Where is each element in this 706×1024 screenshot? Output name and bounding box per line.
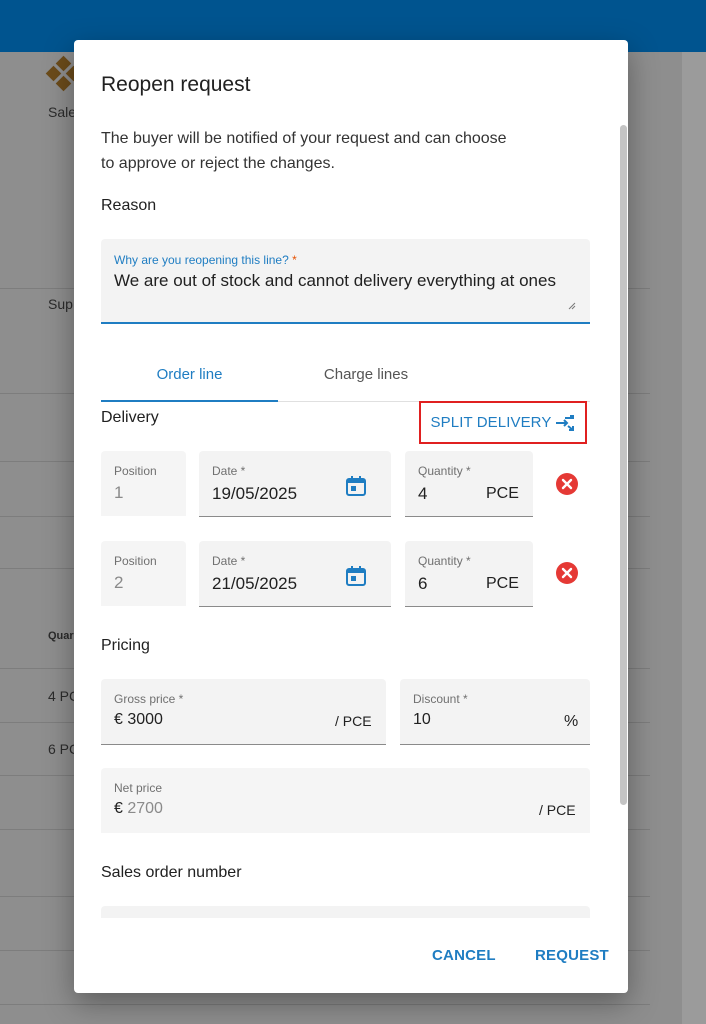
dialog-scrollbar[interactable] bbox=[620, 125, 627, 805]
quantity-value[interactable]: 6 bbox=[418, 574, 427, 594]
bg-quantity-header: Quar bbox=[48, 630, 74, 642]
date-value[interactable]: 21/05/2025 bbox=[212, 574, 297, 594]
net-price-unit: / PCE bbox=[539, 802, 576, 818]
reopen-request-dialog: Reopen request The buyer will be notifie… bbox=[74, 40, 628, 993]
dialog-title: Reopen request bbox=[101, 73, 251, 96]
split-icon bbox=[556, 414, 575, 431]
request-button[interactable]: REQUEST bbox=[535, 947, 609, 964]
resize-handle-icon[interactable] bbox=[568, 302, 576, 310]
delivery-2-date-field[interactable]: Date * 21/05/2025 bbox=[199, 541, 391, 607]
date-label: Date * bbox=[212, 464, 246, 478]
reason-field-value[interactable]: We are out of stock and cannot delivery … bbox=[114, 271, 556, 291]
gross-price-label: Gross price * bbox=[114, 692, 184, 706]
date-label: Date * bbox=[212, 554, 246, 568]
delivery-1-quantity-field[interactable]: Quantity * 4 PCE bbox=[405, 451, 533, 517]
dialog-actions: CANCEL REQUEST bbox=[74, 930, 628, 980]
quantity-label: Quantity * bbox=[418, 554, 471, 568]
pricing-label: Pricing bbox=[101, 637, 150, 654]
reason-field-label: Why are you reopening this line? * bbox=[114, 253, 297, 267]
date-value[interactable]: 19/05/2025 bbox=[212, 484, 297, 504]
gross-price-unit: / PCE bbox=[335, 713, 372, 729]
sales-order-number-label: Sales order number bbox=[101, 864, 242, 881]
net-price-value: € 2700 bbox=[114, 800, 163, 817]
split-delivery-label: SPLIT DELIVERY bbox=[430, 414, 552, 431]
background-right-panel bbox=[682, 52, 706, 1024]
net-price-field: Net price € 2700 / PCE bbox=[101, 768, 590, 833]
tab-order-line[interactable]: Order line bbox=[101, 360, 278, 402]
quantity-value[interactable]: 4 bbox=[418, 484, 427, 504]
discount-field[interactable]: Discount * 10 % bbox=[400, 679, 590, 745]
delivery-label: Delivery bbox=[101, 409, 159, 426]
cancel-button[interactable]: CANCEL bbox=[432, 947, 496, 964]
calendar-icon[interactable] bbox=[345, 475, 367, 497]
position-value: 1 bbox=[114, 483, 124, 502]
dialog-description: The buyer will be notified of your reque… bbox=[101, 130, 507, 172]
bg-sales-label: Sale bbox=[48, 104, 77, 120]
delivery-2-quantity-field[interactable]: Quantity * 6 PCE bbox=[405, 541, 533, 607]
position-value: 2 bbox=[114, 573, 124, 592]
discount-label: Discount * bbox=[413, 692, 468, 706]
sales-order-number-field[interactable] bbox=[101, 906, 590, 918]
tab-charge-lines[interactable]: Charge lines bbox=[278, 360, 454, 402]
net-price-label: Net price bbox=[114, 781, 163, 795]
discount-value[interactable]: 10 bbox=[413, 711, 431, 729]
reason-textarea[interactable]: Why are you reopening this line? * We ar… bbox=[101, 239, 590, 324]
delete-delivery-2-icon[interactable] bbox=[555, 561, 579, 585]
position-label: Position bbox=[114, 464, 157, 478]
currency-symbol: € bbox=[114, 711, 123, 728]
quantity-unit: PCE bbox=[486, 485, 519, 502]
discount-unit: % bbox=[564, 713, 579, 730]
gross-price-field[interactable]: Gross price * € 3000 / PCE bbox=[101, 679, 386, 745]
quantity-unit: PCE bbox=[486, 575, 519, 592]
gross-price-value[interactable]: € 3000 bbox=[114, 711, 163, 729]
delivery-1-position-field: Position 1 bbox=[101, 451, 186, 516]
currency-symbol: € bbox=[114, 800, 123, 817]
split-delivery-button[interactable]: SPLIT DELIVERY bbox=[419, 401, 587, 444]
reason-label: Reason bbox=[101, 197, 157, 214]
bg-divider bbox=[0, 1004, 650, 1005]
tab-bar: Order line Charge lines bbox=[101, 360, 590, 402]
delivery-1-date-field[interactable]: Date * 19/05/2025 bbox=[199, 451, 391, 517]
delivery-2-position-field: Position 2 bbox=[101, 541, 186, 606]
calendar-icon[interactable] bbox=[345, 565, 367, 587]
delete-delivery-1-icon[interactable] bbox=[555, 472, 579, 496]
bg-supplier-label: Sup bbox=[48, 296, 73, 312]
quantity-label: Quantity * bbox=[418, 464, 471, 478]
position-label: Position bbox=[114, 554, 157, 568]
